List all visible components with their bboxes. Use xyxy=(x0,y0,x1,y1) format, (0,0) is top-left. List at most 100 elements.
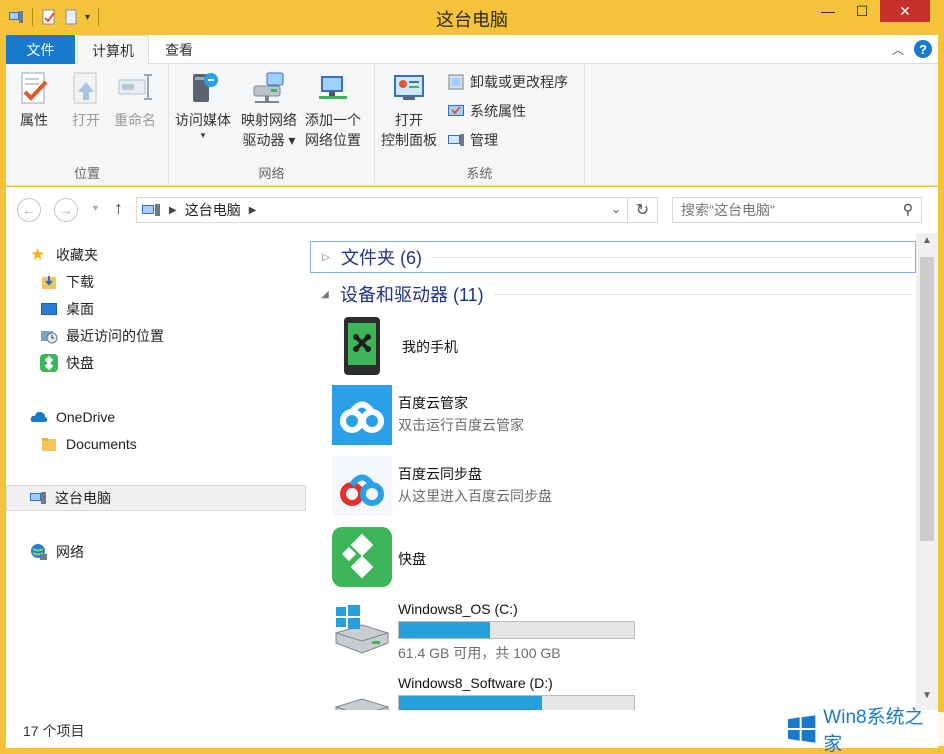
nav-item-desktop[interactable]: 桌面 xyxy=(6,296,306,322)
scroll-up-arrow[interactable]: ▲ xyxy=(916,235,938,253)
tab-computer[interactable]: 计算机 xyxy=(77,35,149,65)
group-header-label: 设备和驱动器 (11) xyxy=(340,285,484,305)
chevron-down-icon[interactable]: ⌄ xyxy=(611,202,621,216)
address-box[interactable]: ▶ 这台电脑 ▶ ⌄ xyxy=(136,197,628,223)
device-description: 从这里进入百度云同步盘 xyxy=(398,488,552,504)
recent-locations-dropdown[interactable]: ▼ xyxy=(91,203,100,213)
group-header-devices[interactable]: ◢ 设备和驱动器 (11) xyxy=(310,278,916,310)
uninstall-icon xyxy=(448,74,464,90)
downloads-folder-icon xyxy=(42,276,56,289)
group-divider xyxy=(493,293,912,295)
ribbon-group-label: 网络 xyxy=(258,166,285,181)
ribbon: 属性 打开 重命名 位置 访问媒体 ▾ 映射网络 驱动器 ▾ 添加一个 网络位置… xyxy=(6,64,938,186)
close-button[interactable]: ✕ xyxy=(880,0,930,22)
rename-button[interactable]: 重命名 xyxy=(114,70,156,130)
device-item-baidu-sync[interactable]: 百度云同步盘 从这里进入百度云同步盘 xyxy=(332,454,912,518)
nav-item-label: 快盘 xyxy=(66,355,94,371)
system-properties-button[interactable]: 系统属性 xyxy=(447,101,568,121)
add-network-location-button[interactable]: 添加一个 网络位置 xyxy=(305,70,361,150)
nav-item-documents[interactable]: Documents xyxy=(6,431,306,457)
computer-icon xyxy=(30,492,46,504)
chevron-down-icon[interactable]: ◢ xyxy=(316,289,334,300)
open-label: 打开 xyxy=(72,112,100,128)
nav-item-network[interactable]: 网络 xyxy=(6,539,306,565)
media-server-icon xyxy=(193,73,218,102)
access-media-label: 访问媒体 xyxy=(175,112,231,128)
search-box[interactable]: ⚲ xyxy=(672,197,922,223)
open-control-panel-button[interactable]: 打开 控制面板 xyxy=(381,70,437,150)
ribbon-group-network: 访问媒体 ▾ 映射网络 驱动器 ▾ 添加一个 网络位置 网络 xyxy=(169,64,375,186)
chevron-up-icon[interactable]: ︿ xyxy=(892,41,904,58)
nav-item-label: 桌面 xyxy=(66,301,94,317)
nav-item-label: OneDrive xyxy=(56,409,116,425)
refresh-button[interactable]: ↻ xyxy=(628,197,658,223)
maximize-button[interactable]: ☐ xyxy=(846,0,878,22)
search-icon[interactable]: ⚲ xyxy=(903,201,913,218)
nav-item-kuaipan[interactable]: 快盘 xyxy=(6,350,306,376)
device-item-drive-c[interactable]: Windows8_OS (C:) 61.4 GB 可用，共 100 GB xyxy=(332,595,912,665)
back-button[interactable]: ← xyxy=(17,198,41,222)
add-location-label-2: 网络位置 xyxy=(305,132,361,148)
rename-icon xyxy=(118,74,152,100)
properties-button[interactable]: 属性 xyxy=(16,70,52,130)
device-name: 百度云管家 xyxy=(398,395,468,411)
chevron-right-icon[interactable]: ▷ xyxy=(317,252,335,263)
forward-button[interactable]: → xyxy=(54,198,78,222)
drive-free-space: 61.4 GB 可用，共 100 GB xyxy=(398,645,561,661)
vertical-scrollbar[interactable]: ▲ ▼ xyxy=(916,233,938,710)
breadcrumb-this-pc[interactable]: 这台电脑 xyxy=(185,200,241,220)
nav-item-downloads[interactable]: 下载 xyxy=(6,269,306,295)
arrow-right-icon: → xyxy=(59,202,73,218)
manage-button[interactable]: 管理 xyxy=(447,130,568,150)
drive-usage-bar xyxy=(398,621,635,639)
folder-icon xyxy=(42,438,56,451)
breadcrumb-separator[interactable]: ▶ xyxy=(169,205,177,216)
drive-usage-fill xyxy=(399,622,490,638)
device-name: Windows8_Software (D:) xyxy=(398,675,553,691)
minimize-button[interactable]: — xyxy=(812,0,844,22)
uninstall-program-button[interactable]: 卸载或更改程序 xyxy=(447,72,568,92)
kuaipan-icon xyxy=(40,354,58,372)
device-name: 快盘 xyxy=(398,551,426,567)
nav-item-label: Documents xyxy=(66,436,137,452)
device-item-baidu-guard[interactable]: 百度云管家 双击运行百度云管家 xyxy=(332,383,912,447)
nav-item-label: 网络 xyxy=(56,544,84,560)
group-header-folders[interactable]: ▷ 文件夹 (6) xyxy=(310,241,916,273)
map-drive-label-2: 驱动器 ▾ xyxy=(242,132,296,148)
tab-file[interactable]: 文件 xyxy=(6,35,75,64)
properties-icon xyxy=(21,72,48,104)
access-media-button[interactable]: 访问媒体 ▾ xyxy=(175,70,231,140)
breadcrumb-separator[interactable]: ▶ xyxy=(249,205,257,216)
open-button[interactable]: 打开 xyxy=(68,70,104,130)
ribbon-tab-row: 文件 计算机 查看 ︿ ? xyxy=(6,35,938,65)
uninstall-label: 卸载或更改程序 xyxy=(470,74,568,90)
nav-item-this-pc[interactable]: 这台电脑 xyxy=(6,485,306,511)
nav-item-favorites[interactable]: ★ 收藏夹 xyxy=(6,242,306,268)
phone-icon xyxy=(344,317,380,375)
group-divider xyxy=(432,256,911,258)
up-button[interactable]: ↑ xyxy=(114,198,123,219)
help-icon[interactable]: ? xyxy=(914,40,932,58)
device-item-kuaipan[interactable]: 快盘 xyxy=(332,525,912,589)
map-drive-label-1: 映射网络 xyxy=(241,112,297,128)
nav-item-recent[interactable]: 最近访问的位置 xyxy=(6,323,306,349)
nav-item-label: 收藏夹 xyxy=(56,247,98,263)
ribbon-group-location: 属性 打开 重命名 位置 xyxy=(6,64,169,186)
nav-item-label: 这台电脑 xyxy=(55,490,111,506)
rename-label: 重命名 xyxy=(114,112,156,128)
device-name: 百度云同步盘 xyxy=(398,466,482,482)
tab-view[interactable]: 查看 xyxy=(152,35,206,65)
drive-usage-fill xyxy=(399,696,543,710)
device-item-phone[interactable]: 我的手机 xyxy=(332,313,912,377)
open-icon xyxy=(73,72,97,104)
scrollbar-thumb[interactable] xyxy=(920,257,934,541)
search-input[interactable] xyxy=(681,202,891,218)
nav-item-onedrive[interactable]: OneDrive xyxy=(6,404,306,430)
map-network-drive-button[interactable]: 映射网络 驱动器 ▾ xyxy=(241,70,297,150)
arrow-left-icon: ← xyxy=(22,202,36,218)
manage-icon xyxy=(448,134,464,146)
baidu-sync-icon xyxy=(332,456,392,516)
onedrive-cloud-icon xyxy=(30,411,48,422)
ribbon-group-system: 打开 控制面板 卸载或更改程序 系统属性 管理 系统 xyxy=(375,64,585,186)
computer-icon xyxy=(142,204,160,216)
